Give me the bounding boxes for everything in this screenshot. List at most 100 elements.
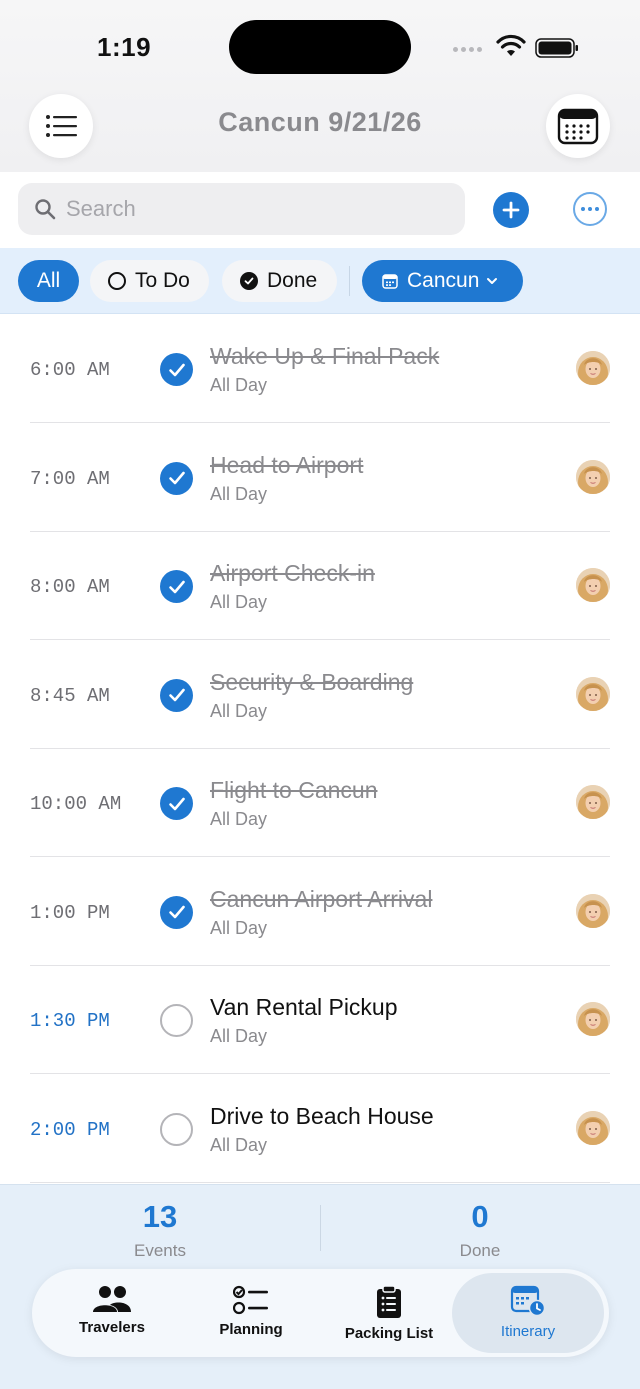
event-title: Head to Airport [210, 451, 364, 478]
checkmark-icon [168, 797, 185, 810]
cellular-icon [453, 47, 482, 52]
event-title: Airport Check-in [210, 560, 375, 586]
done-count: 0 [471, 1199, 489, 1234]
avatar[interactable] [576, 351, 610, 385]
empty-circle-icon [108, 272, 126, 290]
done-label: Done [459, 1241, 501, 1260]
incomplete-checkbox[interactable] [160, 1112, 193, 1146]
event-title: Cancun Airport Arrival [210, 885, 433, 912]
event-time: 1:00 PM [30, 901, 110, 924]
tab-label: Planning [219, 1321, 283, 1338]
add-event-button[interactable] [493, 192, 529, 228]
event-row[interactable]: 8:45 AM Security & Boarding All Day [0, 641, 640, 749]
calendar-clock-icon [510, 1285, 546, 1317]
event-row[interactable]: 6:00 AM Wake Up & Final Pack All Day [0, 315, 640, 423]
event-title: Flight to Cancun [210, 777, 378, 803]
done-stat: 0 Done [380, 1199, 580, 1261]
tab-planning[interactable]: Planning [196, 1269, 306, 1357]
event-subtitle: All Day [210, 1026, 268, 1046]
avatar[interactable] [576, 785, 610, 819]
avatar[interactable] [576, 568, 610, 602]
tab-packing-list[interactable]: Packing List [334, 1269, 444, 1357]
checkmark-icon [168, 471, 185, 485]
status-time: 1:19 [97, 32, 152, 62]
completed-checkbox[interactable] [160, 570, 193, 603]
completed-checkbox[interactable] [160, 461, 193, 495]
event-subtitle: All Day [210, 483, 268, 504]
event-row[interactable]: 1:30 PM Van Rental Pickup All Day [0, 966, 640, 1074]
event-subtitle: All Day [210, 809, 268, 829]
page-title: Cancun 9/21/26 [218, 107, 422, 137]
event-time: 6:00 AM [30, 359, 110, 381]
event-row[interactable]: 7:00 AM Head to Airport All Day [0, 424, 640, 532]
filter-done[interactable]: Done [222, 260, 337, 302]
event-time: 8:00 AM [30, 576, 110, 598]
avatar[interactable] [576, 1002, 610, 1036]
row-divider [30, 1181, 610, 1183]
completed-checkbox[interactable] [160, 895, 193, 929]
ellipsis-icon [581, 207, 585, 211]
event-time: 8:45 AM [30, 684, 110, 707]
avatar[interactable] [576, 459, 610, 494]
event-title: Drive to Beach House [210, 1102, 434, 1129]
clipboard-icon [377, 1285, 401, 1318]
filter-divider [349, 266, 350, 296]
events-stat: 13 Events [60, 1199, 260, 1261]
completed-checkbox[interactable] [160, 787, 193, 820]
completed-checkbox[interactable] [160, 353, 193, 386]
event-row[interactable]: 8:00 AM Airport Check-in All Day [0, 532, 640, 640]
event-subtitle: All Day [210, 1134, 268, 1155]
checkmark-icon [168, 580, 185, 593]
calendar-grid-icon [557, 108, 599, 145]
dynamic-island [229, 20, 411, 74]
filter-all[interactable]: All [18, 260, 79, 302]
tab-label: Itinerary [500, 1323, 556, 1340]
tab-bar: Travelers Planning Packing List Itinerar… [32, 1269, 609, 1357]
event-subtitle: All Day [210, 700, 268, 721]
event-time: 10:00 AM [30, 793, 122, 815]
event-title: Wake Up & Final Pack [210, 343, 440, 369]
wifi-icon [496, 34, 526, 56]
search-box[interactable] [18, 183, 465, 235]
filter-todo[interactable]: To Do [90, 260, 209, 302]
events-label: Events [134, 1241, 186, 1260]
event-row[interactable]: 1:00 PM Cancun Airport Arrival All Day [0, 858, 640, 966]
location-filter-dropdown[interactable]: Cancun [362, 260, 523, 302]
avatar[interactable] [576, 1110, 610, 1145]
calendar-button[interactable] [546, 94, 610, 158]
check-circle-icon [240, 272, 258, 290]
checkmark-icon [168, 688, 185, 702]
checkmark-icon [168, 905, 185, 919]
incomplete-checkbox[interactable] [160, 1004, 193, 1037]
stat-divider [320, 1205, 321, 1251]
event-title: Security & Boarding [210, 668, 414, 695]
tab-label: Travelers [79, 1319, 145, 1336]
event-subtitle: All Day [210, 592, 268, 612]
search-row [0, 172, 640, 248]
avatar[interactable] [576, 893, 610, 928]
battery-icon [535, 38, 578, 58]
chevron-down-icon [487, 278, 498, 284]
event-subtitle: All Day [210, 917, 268, 938]
tab-itinerary[interactable]: Itinerary [452, 1273, 604, 1353]
search-input[interactable] [66, 196, 426, 222]
event-row[interactable]: 10:00 AM Flight to Cancun All Day [0, 749, 640, 857]
search-icon [35, 199, 56, 220]
event-row[interactable]: 2:00 PM Drive to Beach House All Day [0, 1075, 640, 1183]
more-options-button[interactable] [573, 192, 607, 226]
event-time: 2:00 PM [30, 1118, 110, 1141]
plus-icon [502, 201, 520, 219]
event-time: 7:00 AM [30, 467, 110, 490]
event-title: Van Rental Pickup [210, 994, 398, 1020]
calendar-icon [382, 273, 398, 289]
people-icon [93, 1286, 131, 1312]
checkmark-icon [168, 363, 185, 376]
tab-travelers[interactable]: Travelers [57, 1269, 167, 1357]
checklist-icon [233, 1285, 268, 1315]
event-time: 1:30 PM [30, 1010, 110, 1032]
events-count: 13 [142, 1199, 178, 1234]
filter-bar: All To Do Done Cancun [0, 248, 640, 314]
avatar[interactable] [576, 676, 610, 711]
event-subtitle: All Day [210, 375, 268, 395]
completed-checkbox[interactable] [160, 678, 193, 712]
